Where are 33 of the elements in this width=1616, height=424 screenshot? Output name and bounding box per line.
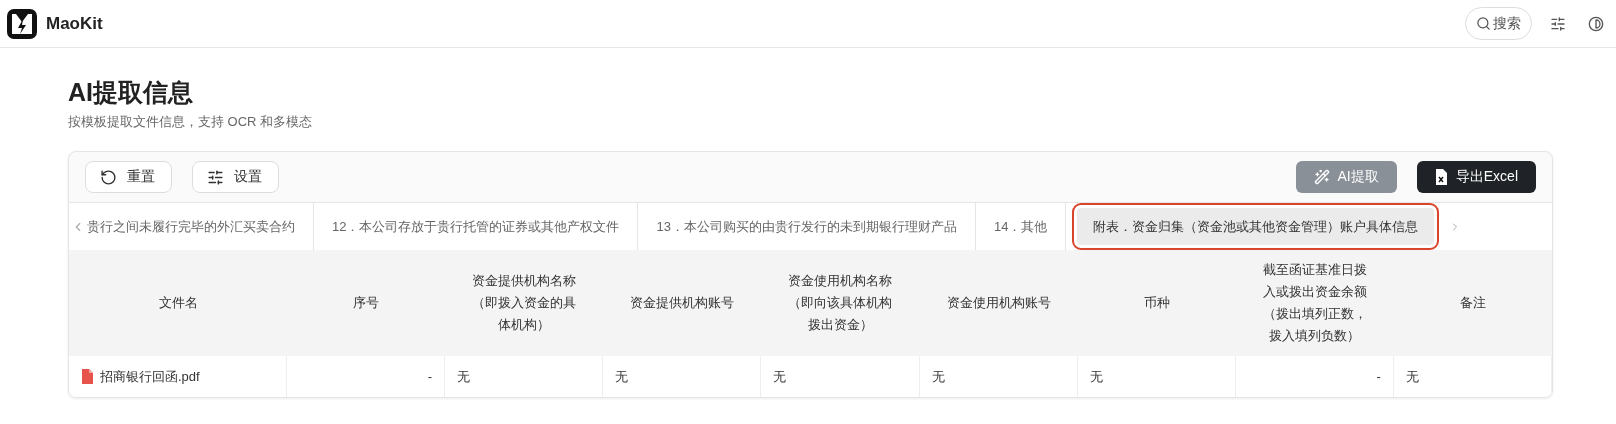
column-header: 资金提供机构账号	[603, 250, 762, 356]
column-header: 资金提供机构名称（即拨入资金的具体机构）	[445, 250, 604, 356]
table-cell: 无	[1077, 356, 1236, 397]
column-header: 备注	[1393, 250, 1552, 356]
column-header: 资金使用机构名称（即向该具体机构拨出资金）	[761, 250, 920, 356]
table-cell: 无	[445, 356, 604, 397]
sliders-icon	[207, 168, 224, 186]
export-button[interactable]: 导出Excel	[1416, 161, 1536, 193]
column-header: 文件名	[69, 250, 287, 356]
settings-button[interactable]: 设置	[192, 161, 279, 193]
column-header: 资金使用机构账号	[919, 250, 1078, 356]
tab[interactable]: 贵行之间未履行完毕的外汇买卖合约	[85, 203, 314, 250]
pdf-file-icon	[81, 369, 94, 384]
column-header: 币种	[1077, 250, 1236, 356]
table-cell: -	[1235, 356, 1394, 397]
table-cell: -	[287, 356, 446, 397]
table-cell: 无	[761, 356, 920, 397]
column-header: 截至函证基准日拨入或拨出资金余额（拨出填列正数，拨入填列负数）	[1235, 250, 1394, 356]
search-icon	[1476, 16, 1491, 31]
reset-button[interactable]: 重置	[85, 161, 172, 193]
brand-name[interactable]: MaoKit	[46, 13, 103, 34]
page-title: AI提取信息	[68, 77, 194, 108]
page-subtitle: 按模板提取文件信息，支持 OCR 和多模态	[68, 113, 314, 131]
excel-file-icon	[1434, 169, 1448, 185]
search-button[interactable]: 搜索	[1465, 7, 1532, 40]
magic-wand-icon	[1313, 169, 1330, 185]
table-cell: 无	[1393, 356, 1552, 397]
column-header: 序号	[287, 250, 446, 356]
reset-icon	[100, 168, 117, 186]
table-cell: 无	[919, 356, 1078, 397]
table-cell: 无	[603, 356, 762, 397]
logo-icon	[6, 7, 38, 40]
tab[interactable]: 附表．资金归集（资金池或其他资金管理）账户具体信息	[1072, 203, 1440, 250]
